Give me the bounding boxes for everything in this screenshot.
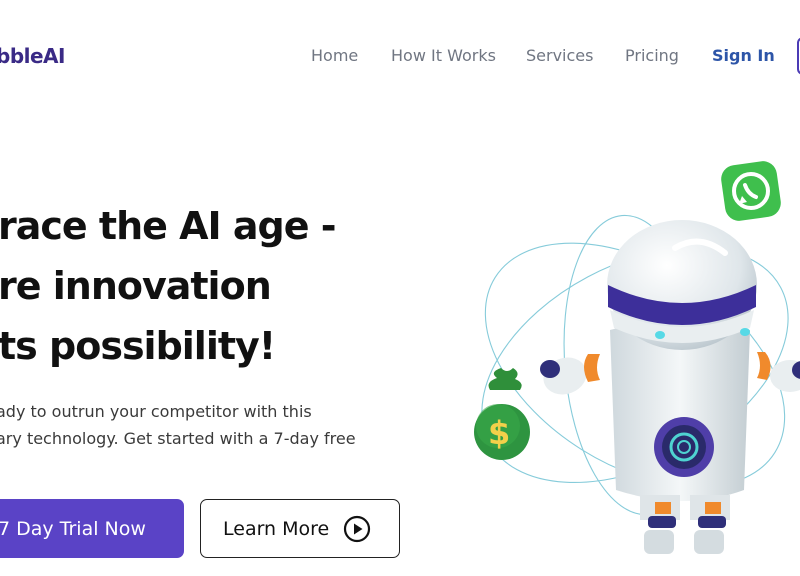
learn-more-label: Learn More [223, 517, 330, 540]
nav-sign-in[interactable]: Sign In [712, 46, 775, 65]
hero-title-line: re innovation [0, 264, 272, 308]
money-bag-icon: $ [474, 368, 530, 460]
trial-button[interactable]: 7 Day Trial Now [0, 499, 184, 558]
play-icon [344, 515, 371, 542]
hero-description: ady to outrun your competitor with this … [0, 398, 356, 452]
hero-title-line: ts possibility! [0, 324, 276, 368]
nav-how-it-works[interactable]: How It Works [391, 46, 496, 65]
hero-description-line: ady to outrun your competitor with this [0, 402, 312, 421]
nav-pricing[interactable]: Pricing [625, 46, 679, 65]
hero-title: race the AI age - re innovation ts possi… [0, 196, 337, 376]
whatsapp-icon [721, 161, 781, 221]
nav-services[interactable]: Services [526, 46, 593, 65]
hero-title-line: race the AI age - [0, 204, 337, 248]
logo[interactable]: bbleAI [0, 44, 65, 68]
trial-button-label: 7 Day Trial Now [0, 517, 146, 540]
nav-home[interactable]: Home [311, 46, 358, 65]
robot-body [540, 220, 800, 554]
svg-text:$: $ [488, 414, 510, 452]
hero-description-line: ary technology. Get started with a 7-day… [0, 429, 356, 448]
robot-illustration: $ [474, 161, 800, 554]
learn-more-button[interactable]: Learn More [200, 499, 400, 558]
